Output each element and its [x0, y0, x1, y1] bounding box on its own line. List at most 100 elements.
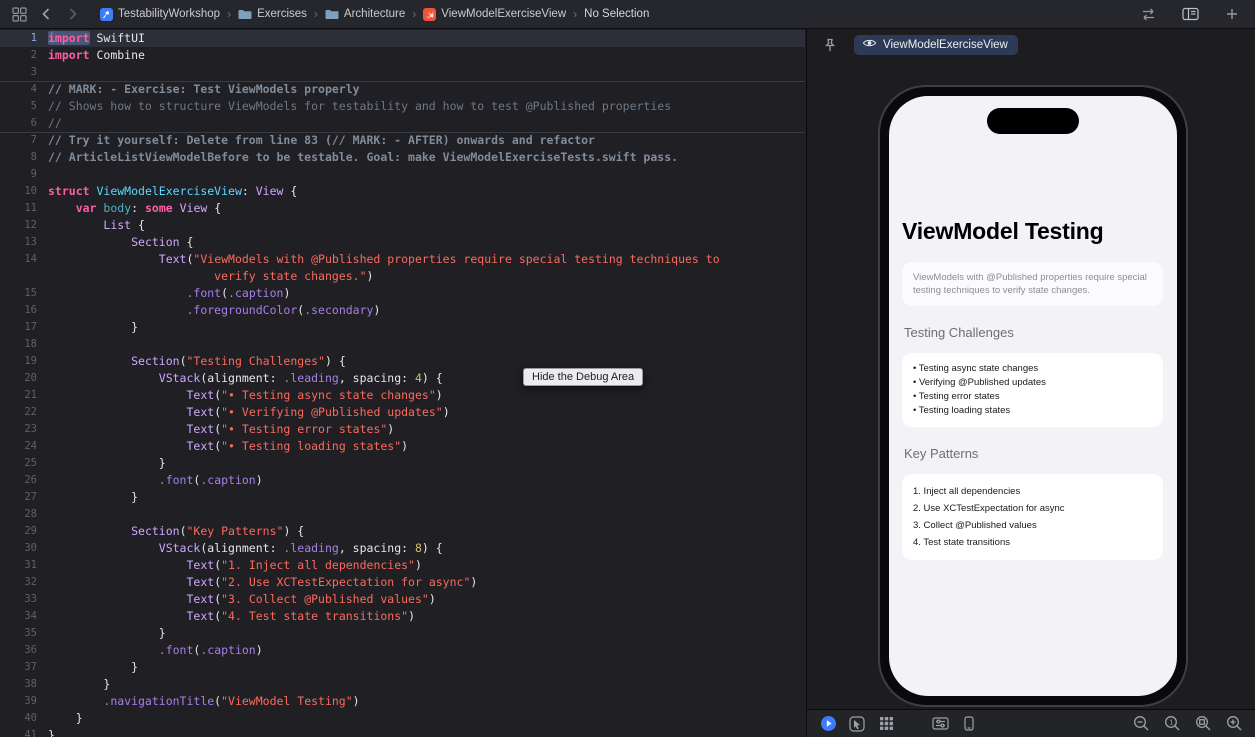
zoom-100-icon[interactable]: 1: [1163, 715, 1181, 733]
line-number[interactable]: 10: [0, 183, 48, 200]
code-line[interactable]: 12 List {: [0, 217, 805, 234]
code-line[interactable]: 20 VStack(alignment: .leading, spacing: …: [0, 370, 805, 387]
code-line[interactable]: 36 .font(.caption): [0, 642, 805, 659]
line-number[interactable]: 9: [0, 166, 48, 183]
code-line[interactable]: 15 .font(.caption): [0, 285, 805, 302]
code-line[interactable]: 32 Text("2. Use XCTestExpectation for as…: [0, 574, 805, 591]
line-number[interactable]: 26: [0, 472, 48, 489]
code-line[interactable]: 19 Section("Testing Challenges") {: [0, 353, 805, 370]
code-line[interactable]: 7// Try it yourself: Delete from line 83…: [0, 132, 805, 149]
line-number[interactable]: 16: [0, 302, 48, 319]
line-number[interactable]: 40: [0, 710, 48, 727]
breadcrumb-item[interactable]: ViewModelExerciseView: [421, 7, 568, 21]
code-line[interactable]: 30 VStack(alignment: .leading, spacing: …: [0, 540, 805, 557]
line-number[interactable]: 20: [0, 370, 48, 387]
line-number[interactable]: 24: [0, 438, 48, 455]
line-number[interactable]: 41: [0, 727, 48, 737]
code-line[interactable]: 35 }: [0, 625, 805, 642]
code-line[interactable]: 23 Text("• Testing error states"): [0, 421, 805, 438]
code-line[interactable]: 38 }: [0, 676, 805, 693]
line-number[interactable]: 29: [0, 523, 48, 540]
code-line[interactable]: 37 }: [0, 659, 805, 676]
code-line[interactable]: 29 Section("Key Patterns") {: [0, 523, 805, 540]
breadcrumb-item[interactable]: Exercises: [236, 8, 309, 20]
pin-icon[interactable]: [821, 36, 839, 54]
line-number[interactable]: 12: [0, 217, 48, 234]
line-number[interactable]: 28: [0, 506, 48, 523]
navigator-grid-icon[interactable]: [10, 6, 28, 22]
line-number[interactable]: 34: [0, 608, 48, 625]
line-number[interactable]: 3: [0, 64, 48, 81]
code-line[interactable]: 11 var body: some View {: [0, 200, 805, 217]
code-line[interactable]: 5// Shows how to structure ViewModels fo…: [0, 98, 805, 115]
code-line[interactable]: 8// ArticleListViewModelBefore to be tes…: [0, 149, 805, 166]
line-number[interactable]: 33: [0, 591, 48, 608]
line-number[interactable]: 4: [0, 81, 48, 98]
line-number[interactable]: [0, 268, 48, 285]
line-number[interactable]: 8: [0, 149, 48, 166]
code-line[interactable]: 17 }: [0, 319, 805, 336]
source-editor[interactable]: 1 import SwiftUI 2 import Combine 3 4// MARK:…: [0, 29, 805, 737]
line-number[interactable]: 30: [0, 540, 48, 557]
line-number[interactable]: 25: [0, 455, 48, 472]
zoom-out-icon[interactable]: [1132, 715, 1150, 733]
code-line[interactable]: 2 import Combine: [0, 47, 805, 64]
code-line[interactable]: 9: [0, 166, 805, 183]
code-line[interactable]: 14 Text("ViewModels with @Published prop…: [0, 251, 805, 268]
line-number[interactable]: 2: [0, 47, 48, 64]
code-line[interactable]: 10 struct ViewModelExerciseView: View {: [0, 183, 805, 200]
code-line[interactable]: 13 Section {: [0, 234, 805, 251]
line-number[interactable]: 18: [0, 336, 48, 353]
editor-options-icon[interactable]: [1181, 6, 1199, 22]
live-preview-button[interactable]: [819, 715, 837, 733]
line-number[interactable]: 17: [0, 319, 48, 336]
line-number[interactable]: 1: [0, 30, 48, 47]
line-number[interactable]: 14: [0, 251, 48, 268]
line-number[interactable]: 37: [0, 659, 48, 676]
line-number[interactable]: 32: [0, 574, 48, 591]
code-line[interactable]: 25 }: [0, 455, 805, 472]
device-button[interactable]: [960, 715, 978, 733]
line-number[interactable]: 39: [0, 693, 48, 710]
line-number[interactable]: 11: [0, 200, 48, 217]
code-line[interactable]: 41}: [0, 727, 805, 737]
line-number[interactable]: 21: [0, 387, 48, 404]
code-line[interactable]: 28: [0, 506, 805, 523]
zoom-fit-icon[interactable]: [1194, 715, 1212, 733]
code-line[interactable]: 39 .navigationTitle("ViewModel Testing"): [0, 693, 805, 710]
code-line[interactable]: 34 Text("4. Test state transitions"): [0, 608, 805, 625]
code-line[interactable]: 22 Text("• Verifying @Published updates"…: [0, 404, 805, 421]
code-line[interactable]: 3: [0, 64, 805, 81]
code-line[interactable]: 33 Text("3. Collect @Published values"): [0, 591, 805, 608]
line-number[interactable]: 13: [0, 234, 48, 251]
code-line[interactable]: 6//: [0, 115, 805, 132]
line-number[interactable]: 35: [0, 625, 48, 642]
line-number[interactable]: 15: [0, 285, 48, 302]
code-line[interactable]: verify state changes."): [0, 268, 805, 285]
code-line[interactable]: 40 }: [0, 710, 805, 727]
selectable-mode-button[interactable]: [848, 715, 866, 733]
line-number[interactable]: 6: [0, 115, 48, 132]
breadcrumb-item[interactable]: TestabilityWorkshop: [98, 7, 222, 21]
code-line[interactable]: 16 .foregroundColor(.secondary): [0, 302, 805, 319]
device-settings-button[interactable]: [931, 715, 949, 733]
code-line[interactable]: 26 .font(.caption): [0, 472, 805, 489]
code-line[interactable]: 31 Text("1. Inject all dependencies"): [0, 557, 805, 574]
line-number[interactable]: 22: [0, 404, 48, 421]
code-review-swap-icon[interactable]: [1139, 6, 1157, 22]
breadcrumb-item[interactable]: Architecture: [323, 8, 407, 20]
line-number[interactable]: 27: [0, 489, 48, 506]
line-number[interactable]: 7: [0, 132, 48, 149]
code-line[interactable]: 1 import SwiftUI: [0, 30, 805, 47]
line-number[interactable]: 38: [0, 676, 48, 693]
zoom-in-icon[interactable]: [1225, 715, 1243, 733]
line-number[interactable]: 19: [0, 353, 48, 370]
line-number[interactable]: 36: [0, 642, 48, 659]
line-number[interactable]: 5: [0, 98, 48, 115]
preview-tab[interactable]: ViewModelExerciseView: [854, 35, 1018, 55]
code-line[interactable]: 24 Text("• Testing loading states"): [0, 438, 805, 455]
line-number[interactable]: 31: [0, 557, 48, 574]
line-number[interactable]: 23: [0, 421, 48, 438]
breadcrumb-item[interactable]: No Selection: [582, 8, 651, 20]
variants-grid-button[interactable]: [877, 715, 895, 733]
